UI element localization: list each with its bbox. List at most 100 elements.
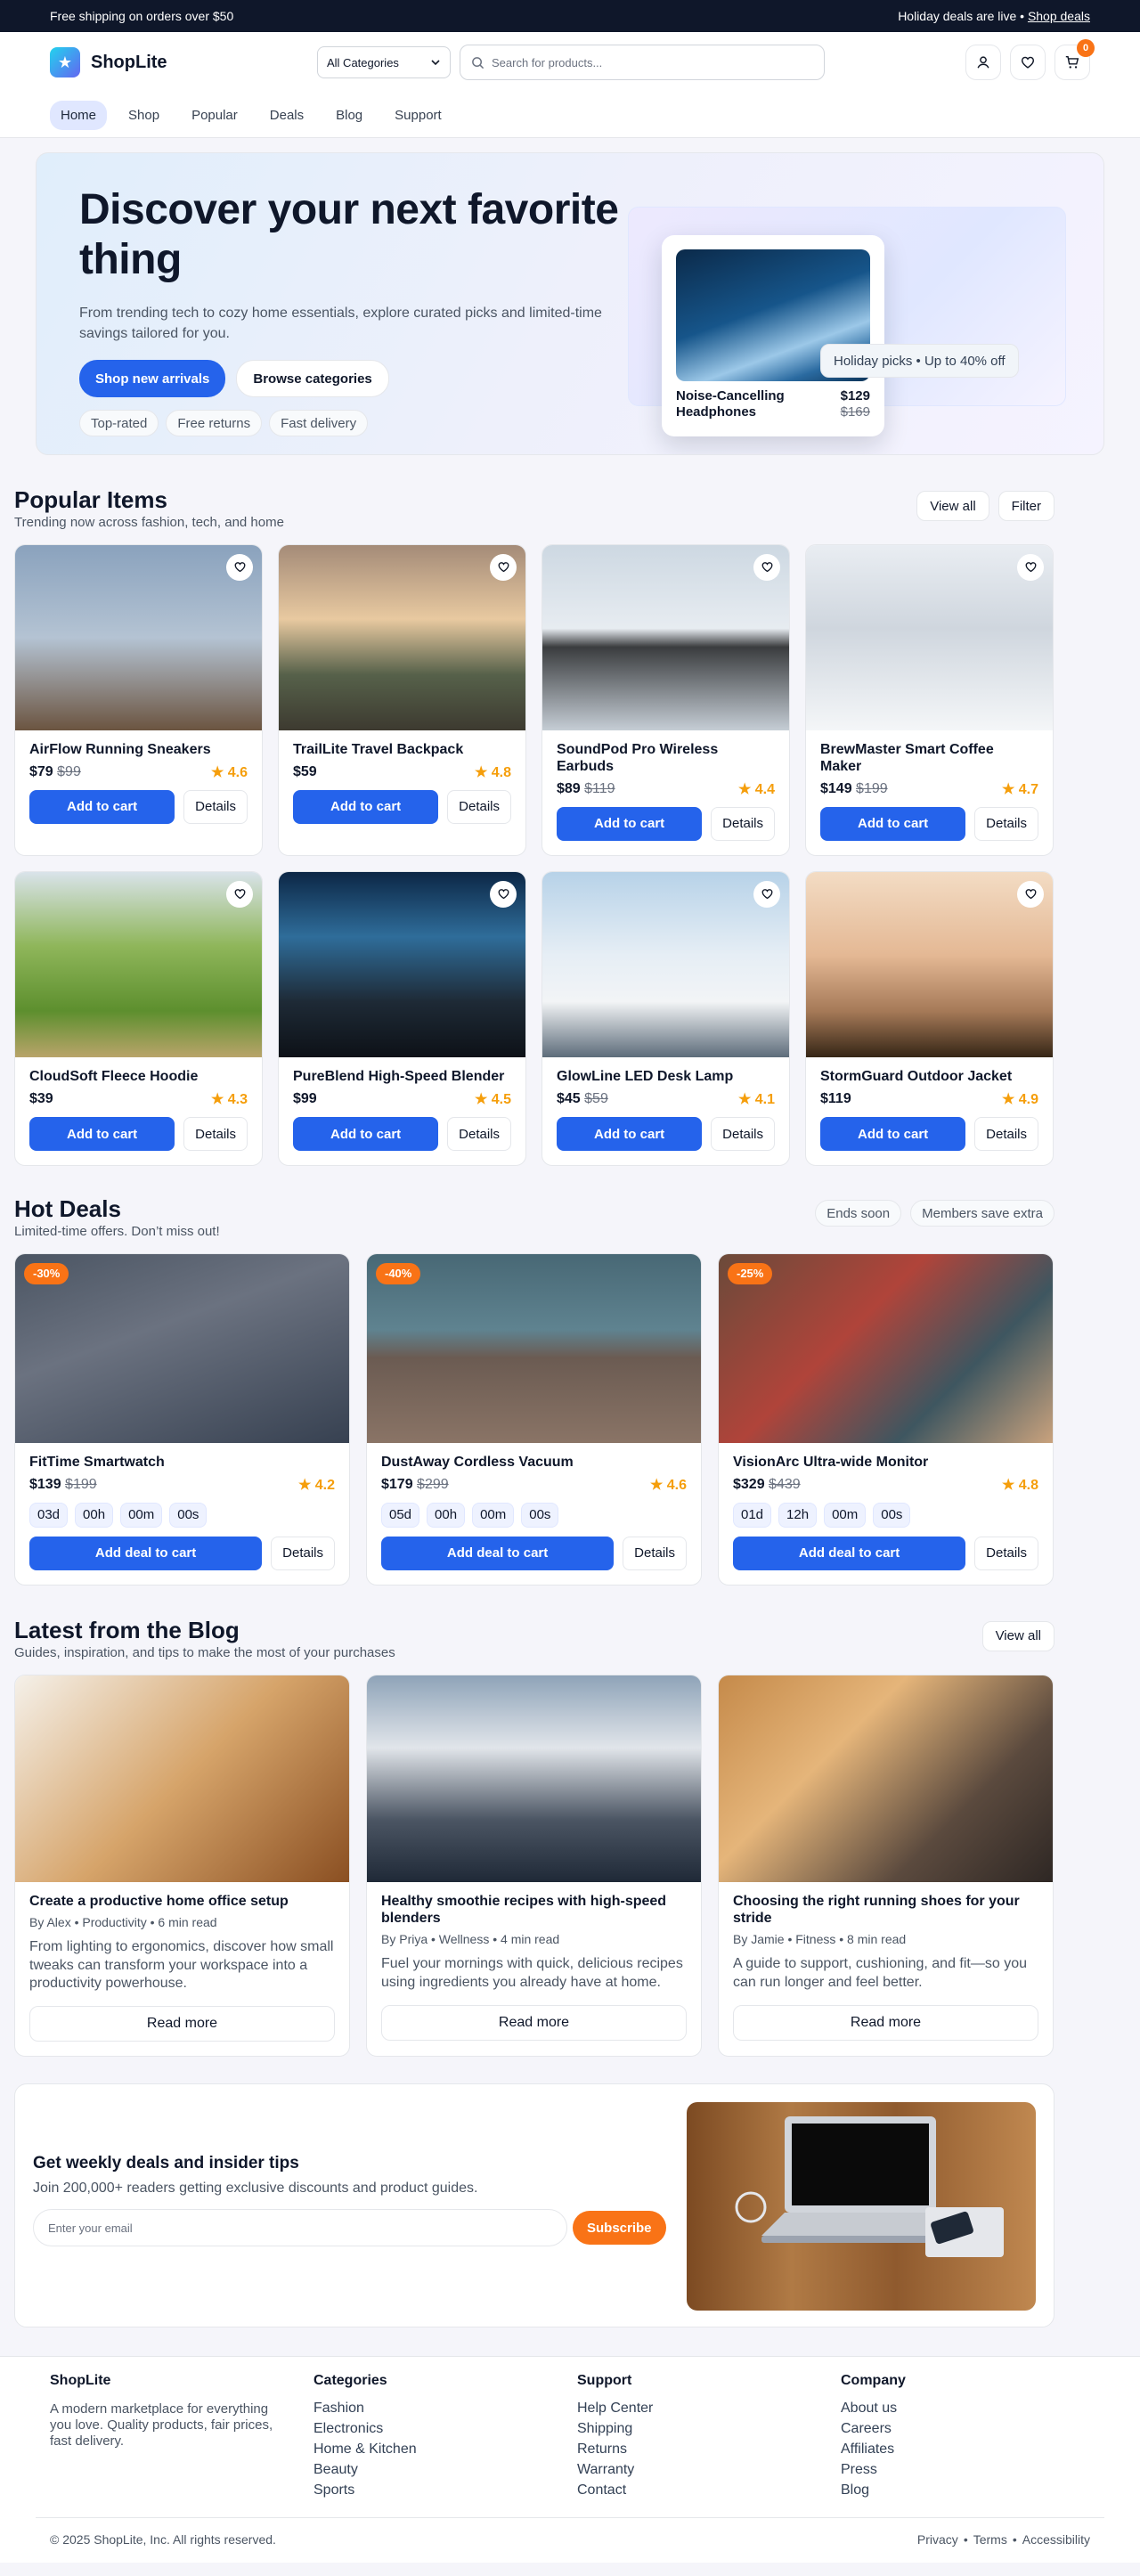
- newsletter-section: Get weekly deals and insider tips Join 2…: [14, 2083, 1054, 2328]
- product-card[interactable]: PureBlend High-Speed Blender $99 ★ 4.5 Add…: [278, 870, 526, 1167]
- shop-new-arrivals-button[interactable]: Shop new arrivals: [79, 360, 226, 398]
- price-group: $119: [820, 1091, 851, 1107]
- favorite-button[interactable]: [226, 553, 253, 581]
- read-more-button[interactable]: Read more: [733, 2004, 1038, 2041]
- account-button[interactable]: [965, 45, 1001, 80]
- product-actions: Add to cart Details: [29, 1117, 248, 1152]
- product-card[interactable]: GlowLine LED Desk Lamp $45 $59 ★ 4.1 Add to…: [542, 870, 790, 1167]
- details-button[interactable]: Details: [974, 806, 1038, 841]
- details-button[interactable]: Details: [447, 789, 511, 824]
- add-to-cart-button[interactable]: Add to cart: [820, 806, 966, 841]
- accessibility-link[interactable]: Accessibility: [1022, 2532, 1090, 2547]
- deal-card[interactable]: -30% FitTime Smartwatch $139 $199 ★ 4.2 03d 0…: [14, 1252, 350, 1586]
- add-to-cart-button[interactable]: Add to cart: [557, 1117, 703, 1152]
- product-image: [15, 871, 262, 1057]
- add-deal-to-cart-button[interactable]: Add deal to cart: [733, 1536, 966, 1570]
- details-button[interactable]: Details: [711, 1117, 775, 1152]
- filter-button[interactable]: Filter: [998, 491, 1054, 521]
- details-button[interactable]: Details: [183, 1117, 248, 1152]
- product-card[interactable]: CloudSoft Fleece Hoodie $39 ★ 4.3 Add to c…: [14, 870, 263, 1167]
- add-to-cart-button[interactable]: Add to cart: [820, 1117, 966, 1152]
- product-card[interactable]: AirFlow Running Sneakers $79 $99 ★ 4.6 Add …: [14, 543, 263, 856]
- subscribe-button[interactable]: Subscribe: [573, 2211, 666, 2246]
- footer-link[interactable]: About us: [841, 2398, 1104, 2418]
- footer-link[interactable]: Fashion: [314, 2398, 577, 2418]
- cart-button[interactable]: 0: [1054, 39, 1095, 80]
- footer-link[interactable]: Warranty: [577, 2459, 841, 2480]
- announcement-bar: Free shipping on orders over $50 Holiday…: [0, 0, 1140, 32]
- nav-item-support[interactable]: Support: [384, 101, 452, 130]
- product-card[interactable]: BrewMaster Smart Coffee Maker $149 $199 ★ …: [805, 543, 1054, 856]
- product-card[interactable]: TrailLite Travel Backpack $59 ★ 4.8 Add to…: [278, 543, 526, 856]
- footer-link[interactable]: Beauty: [314, 2459, 577, 2480]
- footer-link[interactable]: Press: [841, 2459, 1104, 2480]
- shop-deals-link[interactable]: Shop deals: [1028, 9, 1090, 23]
- privacy-link[interactable]: Privacy: [917, 2532, 958, 2547]
- favorite-button[interactable]: [490, 553, 517, 581]
- blog-card[interactable]: Choosing the right running shoes for you…: [718, 1674, 1054, 2058]
- details-button[interactable]: Details: [974, 1117, 1038, 1152]
- read-more-button[interactable]: Read more: [29, 2006, 335, 2042]
- blog-card[interactable]: Healthy smoothie recipes with high-speed…: [366, 1674, 702, 2058]
- heart-icon: [1025, 562, 1036, 573]
- countdown-unit: 00h: [427, 1502, 466, 1528]
- featured-product-old-price: $169: [840, 404, 870, 420]
- add-to-cart-button[interactable]: Add to cart: [29, 1117, 175, 1152]
- favorite-button[interactable]: [490, 880, 517, 908]
- footer-link[interactable]: Affiliates: [841, 2439, 1104, 2459]
- details-button[interactable]: Details: [974, 1536, 1038, 1570]
- featured-product-card[interactable]: Noise-Cancelling Headphones $129 $169: [662, 235, 884, 436]
- favorite-button[interactable]: [753, 880, 780, 908]
- favorite-button[interactable]: [1017, 553, 1044, 581]
- footer-link[interactable]: Electronics: [314, 2418, 577, 2439]
- product-card[interactable]: SoundPod Pro Wireless Earbuds $89 $119 ★ 4…: [542, 543, 790, 856]
- add-to-cart-button[interactable]: Add to cart: [557, 806, 703, 841]
- deal-card[interactable]: -40% DustAway Cordless Vacuum $179 $299 ★ 4…: [366, 1252, 702, 1586]
- browse-categories-button[interactable]: Browse categories: [236, 360, 389, 398]
- category-select[interactable]: All Categories: [317, 46, 451, 78]
- main-nav: Home Shop Popular Deals Blog Support: [50, 93, 1090, 137]
- nav-item-deals[interactable]: Deals: [259, 101, 314, 130]
- favorite-button[interactable]: [753, 553, 780, 581]
- brand[interactable]: ★ ShopLite: [50, 47, 317, 77]
- blog-view-all-button[interactable]: View all: [981, 1620, 1054, 1651]
- footer-link[interactable]: Returns: [577, 2439, 841, 2459]
- footer-link[interactable]: Sports: [314, 2480, 577, 2500]
- deal-card[interactable]: -25% VisionArc Ultra-wide Monitor $329 $43…: [718, 1252, 1054, 1586]
- popular-view-all-button[interactable]: View all: [916, 491, 989, 521]
- product-body: GlowLine LED Desk Lamp $45 $59 ★ 4.1 Add to…: [542, 1057, 789, 1165]
- blog-card[interactable]: Create a productive home office setup By …: [14, 1674, 350, 2058]
- heart-icon: [761, 889, 772, 900]
- nav-item-home[interactable]: Home: [50, 100, 108, 130]
- footer-link[interactable]: Help Center: [577, 2398, 841, 2418]
- read-more-button[interactable]: Read more: [381, 2004, 687, 2041]
- nav-item-shop[interactable]: Shop: [118, 101, 170, 130]
- details-button[interactable]: Details: [711, 806, 775, 841]
- favorite-button[interactable]: [226, 880, 253, 908]
- footer-link[interactable]: Shipping: [577, 2418, 841, 2439]
- product-card[interactable]: StormGuard Outdoor Jacket $119 ★ 4.9 Add t…: [805, 870, 1054, 1167]
- email-field[interactable]: Enter your email: [33, 2209, 567, 2247]
- add-deal-to-cart-button[interactable]: Add deal to cart: [29, 1536, 263, 1570]
- nav-item-blog[interactable]: Blog: [325, 101, 373, 130]
- favorite-button[interactable]: [1017, 880, 1044, 908]
- nav-item-popular[interactable]: Popular: [181, 101, 248, 130]
- footer-link[interactable]: Blog: [841, 2480, 1104, 2500]
- add-to-cart-button[interactable]: Add to cart: [293, 789, 439, 824]
- details-button[interactable]: Details: [447, 1117, 511, 1152]
- terms-link[interactable]: Terms: [973, 2532, 1007, 2547]
- countdown-timer: 03d 00h 00m 00s: [29, 1502, 335, 1528]
- search-placeholder: Search for products...: [492, 55, 603, 69]
- price-row: $179 $299 ★ 4.6: [381, 1476, 687, 1494]
- details-button[interactable]: Details: [183, 789, 248, 824]
- wishlist-button[interactable]: [1010, 45, 1046, 80]
- add-to-cart-button[interactable]: Add to cart: [29, 789, 175, 824]
- add-deal-to-cart-button[interactable]: Add deal to cart: [381, 1536, 615, 1570]
- footer-link[interactable]: Contact: [577, 2480, 841, 2500]
- add-to-cart-button[interactable]: Add to cart: [293, 1117, 439, 1152]
- footer-link[interactable]: Careers: [841, 2418, 1104, 2439]
- footer-link[interactable]: Home & Kitchen: [314, 2439, 577, 2459]
- details-button[interactable]: Details: [623, 1536, 687, 1570]
- search-input[interactable]: Search for products...: [460, 45, 825, 80]
- details-button[interactable]: Details: [271, 1536, 335, 1570]
